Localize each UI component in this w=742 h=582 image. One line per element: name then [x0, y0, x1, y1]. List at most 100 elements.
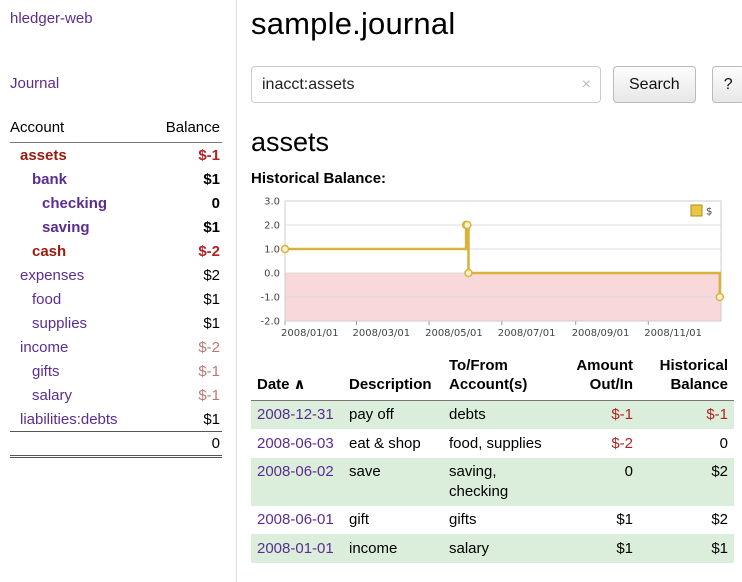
account-row: expenses $2	[10, 263, 222, 287]
transaction-amount: $1	[557, 534, 639, 563]
accounts-table: Account Balance assets $-1 bank $1 check…	[10, 116, 222, 458]
help-button[interactable]: ?	[712, 66, 742, 103]
clear-search-icon[interactable]: ×	[582, 76, 591, 94]
search-input[interactable]	[251, 66, 601, 103]
svg-text:2008/03/01: 2008/03/01	[353, 328, 411, 339]
svg-text:-1.0: -1.0	[260, 293, 280, 304]
account-balance: 0	[212, 195, 220, 212]
account-column-header: Account	[10, 119, 64, 136]
app-title-link[interactable]: hledger-web	[10, 10, 93, 27]
page-title: sample.journal	[251, 6, 742, 42]
register-table: Date∧ Description To/From Account(s) Amo…	[251, 355, 734, 563]
register-header-balance: Historical Balance	[639, 355, 734, 400]
account-balance: $1	[203, 219, 220, 236]
transaction-accounts: gifts	[443, 506, 557, 535]
account-row: income $-2	[10, 335, 222, 359]
transaction-date-link[interactable]: 2008-06-02	[257, 463, 334, 480]
register-header-description: Description	[343, 355, 443, 400]
sidebar-account-salary[interactable]: salary	[10, 387, 72, 404]
register-header-accounts: To/From Account(s)	[443, 355, 557, 400]
transaction-date-link[interactable]: 2008-06-01	[257, 511, 334, 528]
sidebar-account-gifts[interactable]: gifts	[10, 363, 60, 380]
transaction-date-link[interactable]: 2008-12-31	[257, 406, 334, 423]
account-row: assets $-1	[10, 143, 222, 167]
transaction-balance: $1	[639, 534, 734, 563]
account-balance: $-2	[198, 243, 220, 260]
sort-ascending-icon: ∧	[294, 376, 306, 393]
historical-balance-chart: 3.02.01.00.0-1.0-2.02008/01/012008/03/01…	[251, 191, 731, 343]
register-header-amount: Amount Out/In	[557, 355, 639, 400]
accounts-table-header: Account Balance	[10, 116, 222, 143]
sidebar-account-saving[interactable]: saving	[10, 219, 90, 236]
transaction-accounts: saving, checking	[443, 458, 557, 506]
sidebar-account-cash[interactable]: cash	[10, 243, 66, 260]
account-balance: $-1	[198, 363, 220, 380]
transaction-accounts: food, supplies	[443, 429, 557, 458]
svg-text:2008/09/01: 2008/09/01	[572, 328, 630, 339]
transaction-description: save	[343, 458, 443, 506]
svg-text:2008/05/01: 2008/05/01	[425, 328, 483, 339]
transaction-balance: $2	[639, 506, 734, 535]
transaction-description: income	[343, 534, 443, 563]
account-row: liabilities:debts $1	[10, 407, 222, 431]
search-button[interactable]: Search	[613, 66, 696, 103]
svg-text:2.0: 2.0	[264, 221, 280, 232]
chart-title: Historical Balance:	[251, 170, 742, 187]
transaction-date-link[interactable]: 2008-06-03	[257, 435, 334, 452]
transaction-description: gift	[343, 506, 443, 535]
account-balance: $1	[203, 291, 220, 308]
account-balance: $1	[203, 315, 220, 332]
register-row: 2008-01-01 income salary $1 $1	[251, 534, 734, 563]
account-row: salary $-1	[10, 383, 222, 407]
transaction-accounts: salary	[443, 534, 557, 563]
transaction-amount: $1	[557, 506, 639, 535]
transaction-date-link[interactable]: 2008-01-01	[257, 540, 334, 557]
account-row: checking 0	[10, 191, 222, 215]
balance-column-header: Balance	[166, 119, 220, 136]
svg-text:0.0: 0.0	[264, 269, 280, 280]
legend-swatch	[691, 205, 702, 216]
sidebar-item-journal[interactable]: Journal	[10, 75, 226, 92]
sidebar-account-expenses[interactable]: expenses	[10, 267, 84, 284]
transaction-amount: $-2	[557, 429, 639, 458]
transaction-balance: $-1	[639, 400, 734, 429]
account-balance: $-1	[198, 147, 220, 164]
svg-text:$: $	[706, 207, 712, 218]
account-row: gifts $-1	[10, 359, 222, 383]
transaction-description: pay off	[343, 400, 443, 429]
transaction-balance: $2	[639, 458, 734, 506]
account-heading: assets	[251, 127, 742, 158]
register-header-date[interactable]: Date∧	[251, 355, 343, 400]
svg-text:2008/11/01: 2008/11/01	[644, 328, 702, 339]
search-bar: × Search ?	[251, 66, 742, 103]
accounts-total: 0	[10, 431, 222, 458]
account-row: supplies $1	[10, 311, 222, 335]
sidebar-account-income[interactable]: income	[10, 339, 68, 356]
account-balance: $-1	[198, 387, 220, 404]
register-row: 2008-06-03 eat & shop food, supplies $-2…	[251, 429, 734, 458]
sidebar: hledger-web Journal Account Balance asse…	[0, 0, 237, 582]
transaction-balance: 0	[639, 429, 734, 458]
transaction-amount: 0	[557, 458, 639, 506]
sidebar-account-assets[interactable]: assets	[10, 147, 67, 164]
sidebar-account-checking[interactable]: checking	[10, 195, 107, 212]
main-content: sample.journal × Search ? assets Histori…	[237, 0, 742, 582]
sidebar-account-supplies[interactable]: supplies	[10, 315, 87, 332]
date-header-label: Date	[257, 376, 290, 393]
register-row: 2008-06-02 save saving, checking 0 $2	[251, 458, 734, 506]
register-row: 2008-06-01 gift gifts $1 $2	[251, 506, 734, 535]
transaction-description: eat & shop	[343, 429, 443, 458]
sidebar-account-food[interactable]: food	[10, 291, 61, 308]
sidebar-account-bank[interactable]: bank	[10, 171, 67, 188]
svg-text:3.0: 3.0	[264, 197, 280, 208]
account-row: bank $1	[10, 167, 222, 191]
svg-text:2008/01/01: 2008/01/01	[281, 328, 339, 339]
svg-text:2008/07/01: 2008/07/01	[498, 328, 556, 339]
transaction-amount: $-1	[557, 400, 639, 429]
account-row: cash $-2	[10, 239, 222, 263]
sidebar-account-liabilities-debts[interactable]: liabilities:debts	[10, 411, 118, 428]
register-row: 2008-12-31 pay off debts $-1 $-1	[251, 400, 734, 429]
account-balance: $-2	[198, 339, 220, 356]
account-row: food $1	[10, 287, 222, 311]
account-balance: $1	[203, 171, 220, 188]
